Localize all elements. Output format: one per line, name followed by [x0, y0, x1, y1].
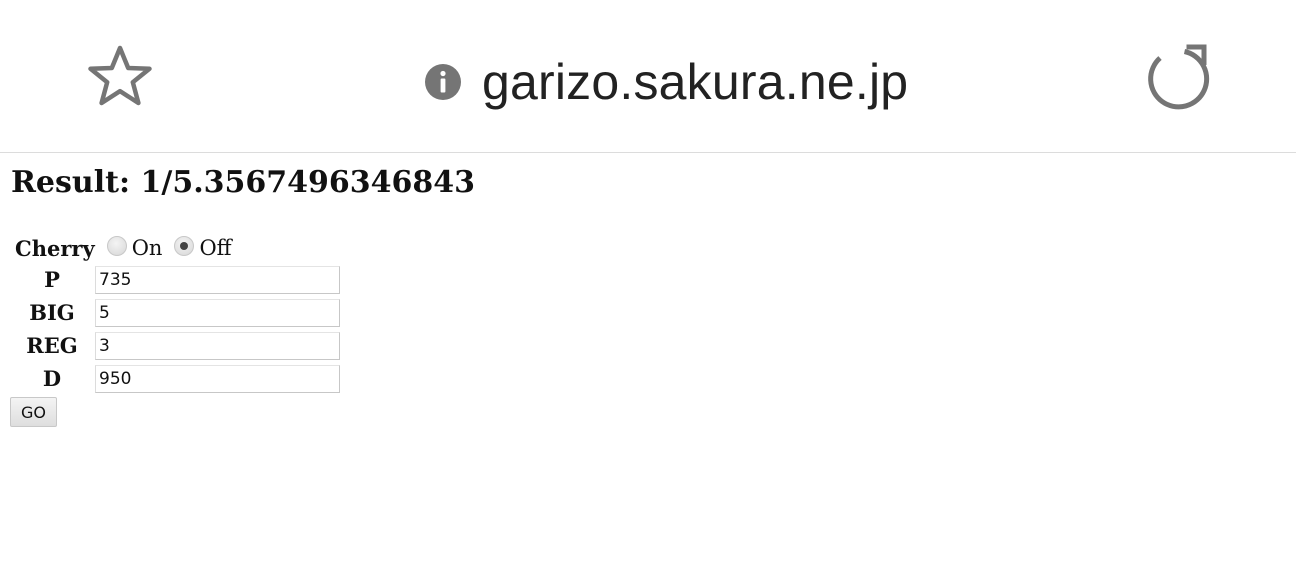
reload-icon[interactable] — [1140, 40, 1214, 114]
info-icon[interactable] — [424, 63, 462, 101]
bookmark-star-icon[interactable] — [84, 42, 156, 114]
field-input-big[interactable] — [95, 299, 340, 327]
field-label-d: D — [42, 366, 62, 391]
field-input-p[interactable] — [95, 266, 340, 294]
address-bar[interactable]: garizo.sakura.ne.jp — [424, 52, 908, 112]
cherry-off-radio[interactable] — [174, 236, 195, 256]
url-text[interactable]: garizo.sakura.ne.jp — [482, 52, 908, 112]
field-input-d[interactable] — [95, 365, 340, 393]
field-label-reg: REG — [26, 333, 78, 358]
field-row-d: D — [0, 365, 340, 393]
cherry-label: Cherry — [15, 235, 95, 261]
field-row-big: BIG — [0, 299, 340, 327]
result-heading: Result: 1/5.3567496346843 — [11, 165, 476, 200]
go-button[interactable]: GO — [10, 397, 57, 427]
page-content: Result: 1/5.3567496346843 Cherry On Off … — [0, 153, 1296, 561]
field-label-p: P — [44, 267, 60, 292]
cherry-on-label[interactable]: On — [132, 236, 163, 260]
field-row-reg: REG — [0, 332, 340, 360]
field-label-big: BIG — [29, 300, 75, 325]
field-input-reg[interactable] — [95, 332, 340, 360]
cherry-off-label[interactable]: Off — [199, 236, 231, 260]
field-row-p: P — [0, 266, 340, 294]
browser-toolbar: garizo.sakura.ne.jp — [0, 0, 1296, 153]
cherry-on-radio[interactable] — [106, 236, 127, 256]
cherry-toggle-row: Cherry On Off — [15, 233, 244, 263]
